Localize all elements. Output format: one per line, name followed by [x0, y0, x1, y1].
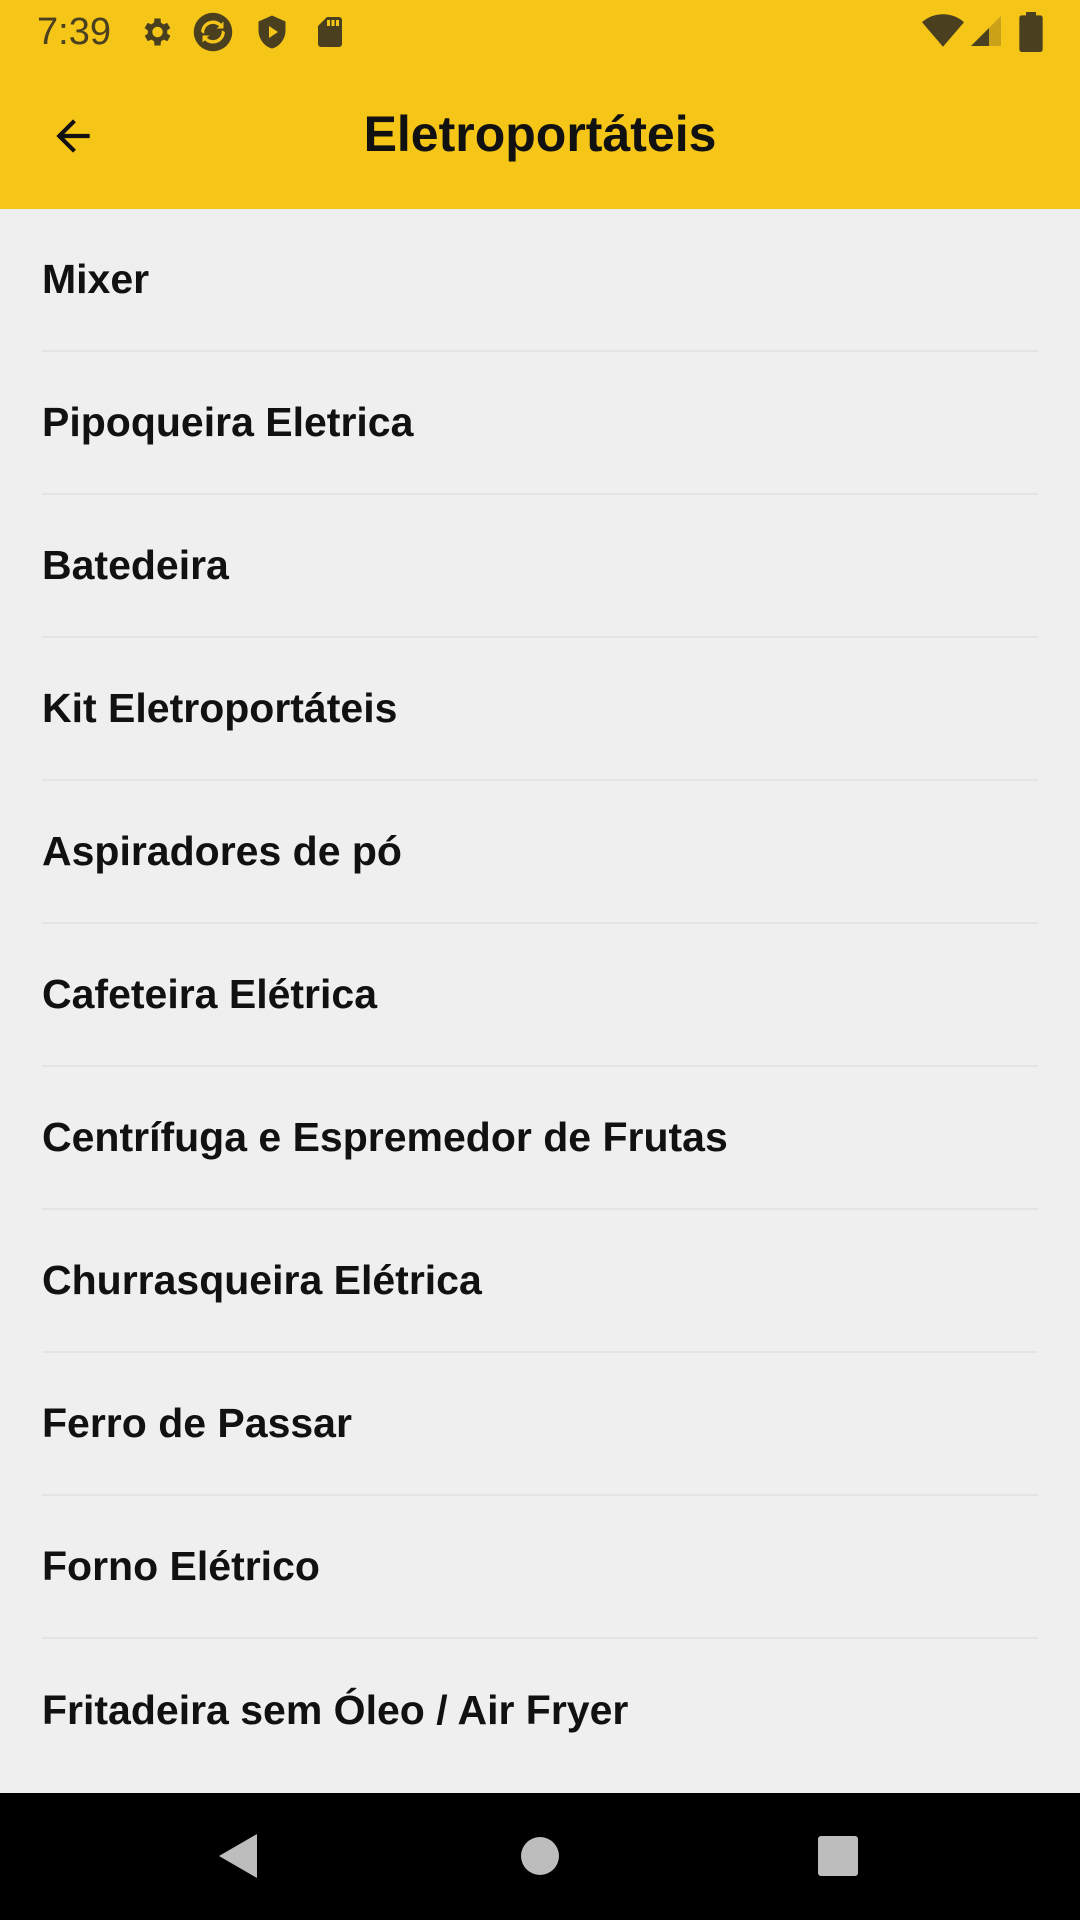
wifi-icon [922, 10, 964, 52]
shield-play-icon [254, 14, 290, 50]
status-bar: 7:39 [0, 0, 1080, 63]
list-item-label: Centrífuga e Espremedor de Frutas [42, 1114, 728, 1160]
list-item[interactable]: Fritadeira sem Óleo / Air Fryer [42, 1639, 1038, 1782]
list-item[interactable]: Centrífuga e Espremedor de Frutas [42, 1067, 1038, 1210]
signal-icon [968, 11, 1004, 51]
list-item[interactable]: Ferro de Passar [42, 1353, 1038, 1496]
screen: 7:39 Eletroportáteis Mixer Pipoqueira El… [0, 0, 1080, 1920]
sd-card-icon [312, 14, 348, 50]
list-item[interactable]: Pipoqueira Eletrica [42, 352, 1038, 495]
list-item-label: Cafeteira Elétrica [42, 971, 378, 1017]
list-item-label: Kit Eletroportáteis [42, 685, 398, 731]
list-item-label: Forno Elétrico [42, 1543, 320, 1589]
list-item[interactable]: Forno Elétrico [42, 1496, 1038, 1639]
list-item-label: Ferro de Passar [42, 1400, 352, 1446]
battery-icon [1016, 12, 1046, 53]
nav-back-icon[interactable] [208, 1826, 268, 1886]
app-bar: Eletroportáteis [0, 63, 1080, 209]
list-item-label: Mixer [42, 256, 150, 302]
list-item[interactable]: Cafeteira Elétrica [42, 924, 1038, 1067]
status-time: 7:39 [37, 11, 111, 53]
list-item[interactable]: Mixer [42, 209, 1038, 352]
nav-bar [0, 1793, 1080, 1920]
sync-icon [192, 11, 234, 53]
list-item-label: Pipoqueira Eletrica [42, 399, 414, 445]
nav-recents-icon[interactable] [808, 1826, 868, 1886]
list-item-label: Batedeira [42, 542, 229, 588]
list-item[interactable]: Churrasqueira Elétrica [42, 1210, 1038, 1353]
nav-home-icon[interactable] [510, 1826, 570, 1886]
gear-icon [138, 14, 174, 50]
category-list: Mixer Pipoqueira Eletrica Batedeira Kit … [0, 209, 1080, 1793]
list-item[interactable]: Batedeira [42, 495, 1038, 638]
list-item[interactable]: Kit Eletroportáteis [42, 638, 1038, 781]
page-title: Eletroportáteis [363, 106, 717, 162]
list-item-label: Aspiradores de pó [42, 828, 402, 874]
list-item-label: Churrasqueira Elétrica [42, 1257, 482, 1303]
list-item[interactable]: Aspiradores de pó [42, 781, 1038, 924]
list-item-label: Fritadeira sem Óleo / Air Fryer [42, 1687, 629, 1733]
